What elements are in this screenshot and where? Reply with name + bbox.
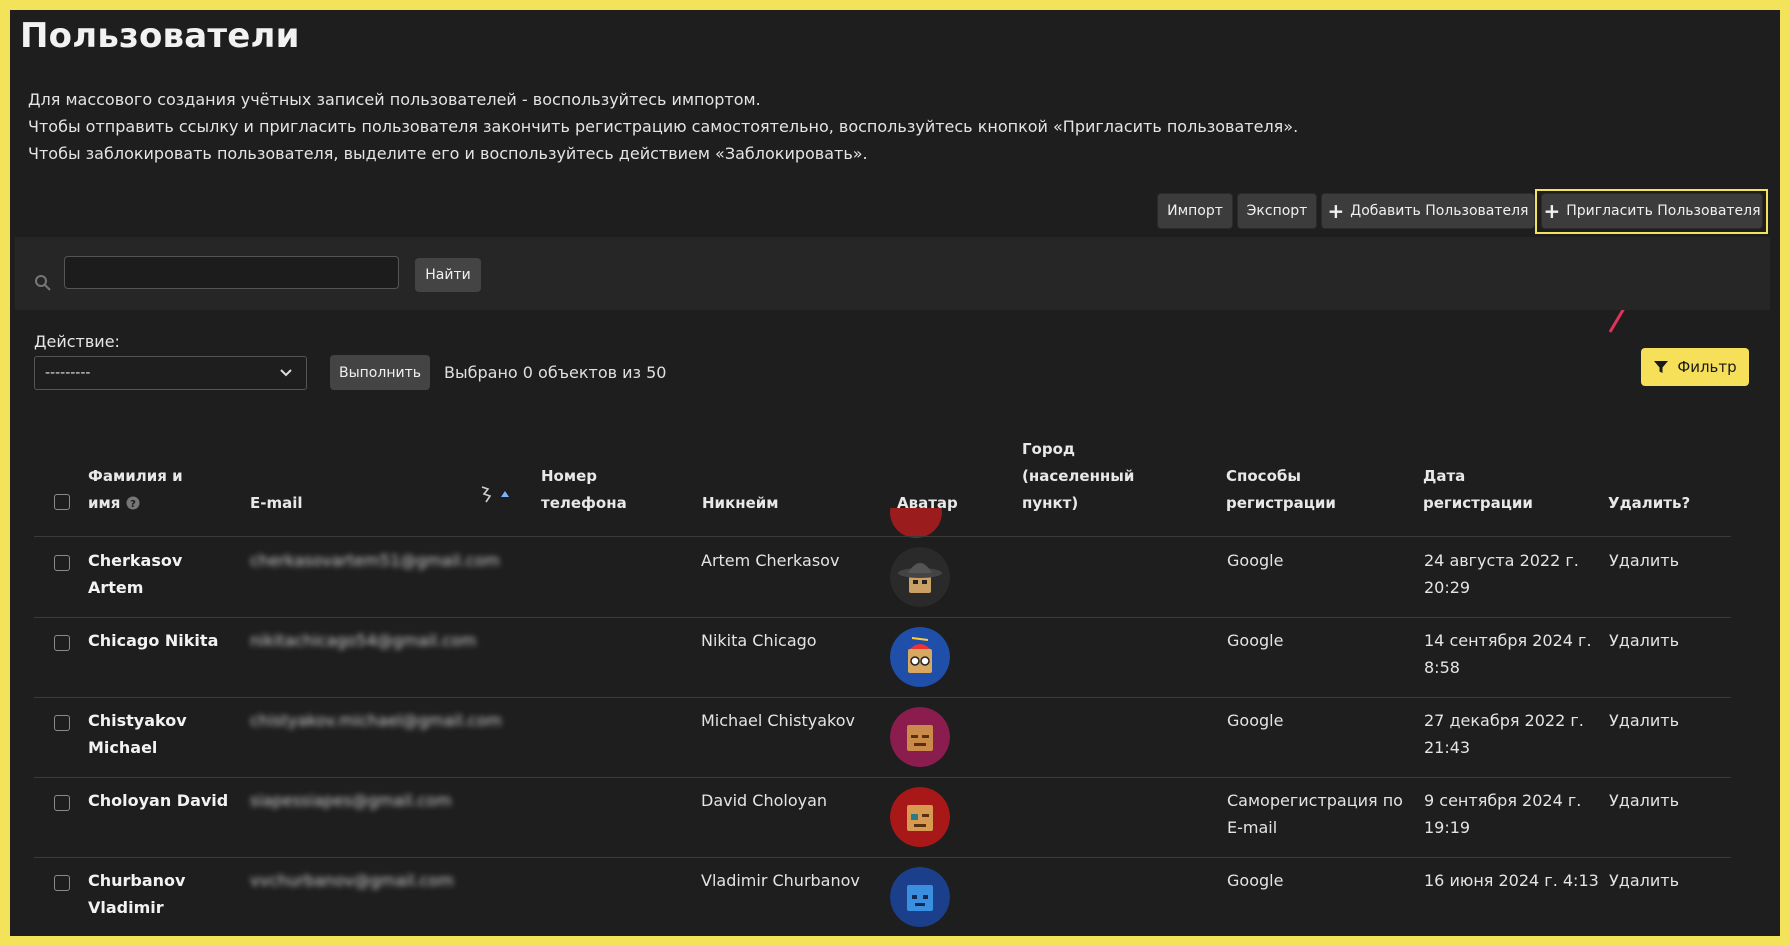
user-email: cherkasovartem51@gmail.com (250, 551, 500, 570)
registration-date: 9 сентября 2024 г. 19:19 (1424, 791, 1582, 837)
delete-link[interactable]: Удалить (1609, 867, 1679, 894)
selected-count: Выбрано 0 объектов из 50 (444, 363, 667, 382)
export-button[interactable]: Экспорт (1237, 193, 1317, 229)
import-button[interactable]: Импорт (1157, 193, 1233, 229)
add-user-button[interactable]: + Добавить Пользователя (1321, 193, 1535, 229)
row-checkbox[interactable] (54, 795, 70, 811)
sort-controls[interactable] (480, 485, 510, 503)
registration-method: Google (1227, 631, 1284, 650)
detective-hat-avatar (890, 547, 950, 607)
row-checkbox[interactable] (54, 875, 70, 891)
chevron-down-icon (280, 369, 292, 377)
registration-date: 14 сентября 2024 г. 8:58 (1424, 631, 1592, 677)
user-name[interactable]: Churbanov Vladimir (88, 867, 238, 921)
user-email: chistyakov.michael@gmail.com (250, 711, 502, 730)
run-action-button[interactable]: Выполнить (330, 355, 430, 390)
user-email: siapessiapes@gmail.com (250, 791, 452, 810)
info-line-import: Для массового создания учётных записей п… (28, 90, 761, 109)
user-nickname: Artem Cherkasov (701, 551, 840, 570)
invite-button-highlight (1535, 189, 1768, 234)
delete-link[interactable]: Удалить (1609, 547, 1679, 574)
avatar-partial (890, 508, 942, 538)
col-header-city: Город (населенный пункт) (1022, 440, 1135, 512)
propeller-cap-avatar (890, 627, 950, 687)
user-nickname: Nikita Chicago (701, 631, 817, 650)
action-label: Действие: (34, 332, 120, 351)
user-nickname: Vladimir Churbanov (701, 871, 860, 890)
registration-method: Google (1227, 551, 1284, 570)
row-checkbox[interactable] (54, 635, 70, 651)
user-name[interactable]: Chistyakov Michael (88, 707, 238, 761)
box-face-avatar (890, 787, 950, 847)
user-name[interactable]: Cherkasov Artem (88, 547, 238, 601)
registration-date: 16 июня 2024 г. 4:13 (1424, 871, 1599, 890)
user-nickname: David Choloyan (701, 791, 828, 810)
search-input[interactable] (64, 256, 399, 289)
col-header-email[interactable]: E-mail (250, 490, 303, 517)
svg-text:?: ? (130, 499, 136, 510)
user-nickname: Michael Chistyakov (701, 711, 855, 730)
registration-method: Саморегистрация по E-mail (1227, 791, 1403, 837)
select-all-checkbox[interactable] (54, 494, 70, 510)
sort-remove-icon[interactable] (480, 485, 492, 503)
filter-icon (1654, 361, 1669, 373)
delete-link[interactable]: Удалить (1609, 627, 1679, 654)
box-face-avatar (890, 707, 950, 767)
col-header-methods: Способы регистрации (1226, 467, 1336, 512)
users-admin-page: Пользователи Для массового создания учёт… (10, 10, 1780, 936)
info-text: Для массового создания учётных записей п… (28, 86, 1298, 167)
registration-method: Google (1227, 871, 1284, 890)
action-select[interactable]: --------- (34, 356, 307, 390)
registration-date: 24 августа 2022 г. 20:29 (1424, 551, 1579, 597)
filter-button[interactable]: Фильтр (1641, 348, 1749, 386)
col-header-name[interactable]: Фамилия и имя ? (88, 463, 183, 517)
table-row: Chicago Nikita nikitachicago54@gmail.com… (34, 617, 1731, 698)
action-select-value: --------- (45, 365, 91, 381)
table-row: Chistyakov Michael chistyakov.michael@gm… (34, 697, 1731, 778)
delete-link[interactable]: Удалить (1609, 787, 1679, 814)
delete-link[interactable]: Удалить (1609, 707, 1679, 734)
table-row: Choloyan David siapessiapes@gmail.com Da… (34, 777, 1731, 858)
row-checkbox[interactable] (54, 715, 70, 731)
table-row: Cherkasov Artem cherkasovartem51@gmail.c… (34, 537, 1731, 618)
table-row: Churbanov Vladimir vvchurbanov@gmail.com… (34, 857, 1731, 936)
user-email: nikitachicago54@gmail.com (250, 631, 477, 650)
col-header-delete: Удалить? (1608, 494, 1691, 512)
user-name[interactable]: Choloyan David (88, 787, 238, 814)
filter-label: Фильтр (1677, 358, 1737, 376)
sort-ascending-icon[interactable] (500, 490, 510, 498)
registration-date: 27 декабря 2022 г. 21:43 (1424, 711, 1584, 757)
user-email: vvchurbanov@gmail.com (250, 871, 454, 890)
add-user-label: Добавить Пользователя (1350, 203, 1529, 219)
help-icon[interactable]: ? (126, 496, 140, 510)
plus-icon: + (1327, 199, 1345, 223)
col-header-phone: Номер телефона (541, 467, 627, 512)
row-checkbox[interactable] (54, 555, 70, 571)
info-line-invite: Чтобы отправить ссылку и пригласить поль… (28, 117, 1299, 136)
search-icon (35, 275, 51, 291)
col-header-date[interactable]: Дата регистрации (1423, 463, 1533, 517)
info-line-block: Чтобы заблокировать пользователя, выдели… (28, 144, 868, 163)
user-name[interactable]: Chicago Nikita (88, 627, 238, 654)
blue-box-avatar (890, 867, 950, 927)
page-title: Пользователи (20, 16, 300, 56)
search-button[interactable]: Найти (415, 258, 481, 292)
registration-method: Google (1227, 711, 1284, 730)
col-header-nickname: Никнейм (702, 494, 779, 512)
